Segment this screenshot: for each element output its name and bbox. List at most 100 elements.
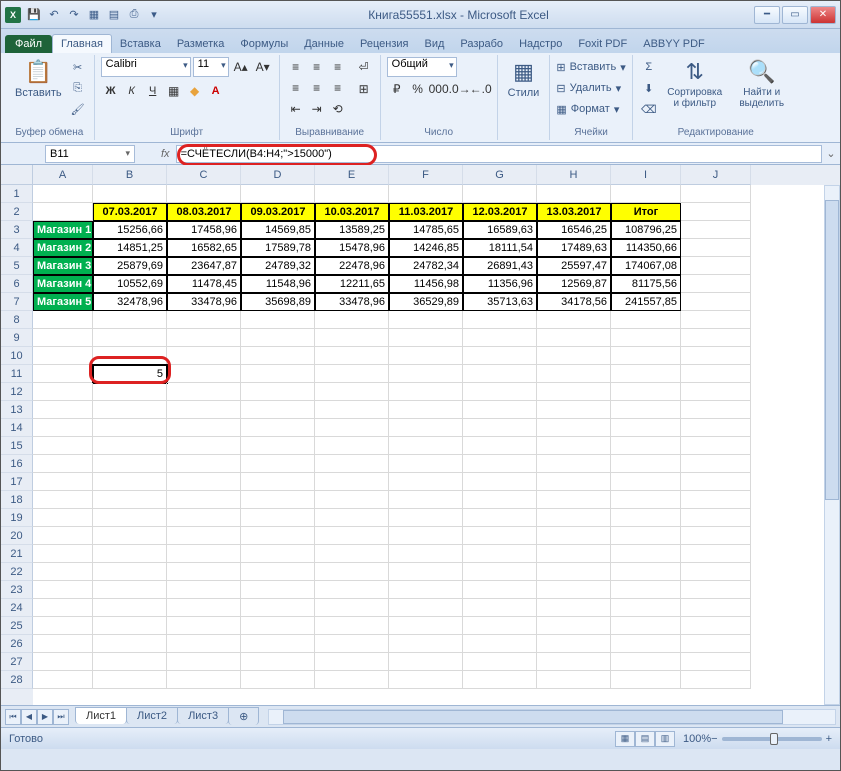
- cell[interactable]: [167, 491, 241, 509]
- cell[interactable]: [681, 671, 751, 689]
- cell[interactable]: [463, 383, 537, 401]
- sheet-tab-2[interactable]: Лист2: [126, 707, 178, 724]
- cell[interactable]: [389, 311, 463, 329]
- cell[interactable]: [241, 599, 315, 617]
- cell[interactable]: [463, 599, 537, 617]
- cell[interactable]: [241, 365, 315, 383]
- tab-home[interactable]: Главная: [52, 34, 112, 53]
- cell[interactable]: 23647,87: [167, 257, 241, 275]
- copy-icon[interactable]: ⎘: [68, 78, 88, 98]
- cell[interactable]: [167, 563, 241, 581]
- align-bottom-icon[interactable]: ≡: [328, 57, 348, 77]
- cell[interactable]: [93, 617, 167, 635]
- fill-color-button[interactable]: ◆: [185, 81, 205, 101]
- cell[interactable]: [463, 671, 537, 689]
- cell[interactable]: [241, 401, 315, 419]
- formula-bar[interactable]: =СЧЁТЕСЛИ(B4:H4;">15000"): [176, 145, 822, 163]
- view-layout-icon[interactable]: ▤: [635, 731, 655, 747]
- cell[interactable]: 35698,89: [241, 293, 315, 311]
- cell[interactable]: 10.03.2017: [315, 203, 389, 221]
- cell[interactable]: [681, 203, 751, 221]
- percent-icon[interactable]: %: [408, 79, 428, 99]
- cell[interactable]: 26891,43: [463, 257, 537, 275]
- number-format-select[interactable]: Общий: [387, 57, 457, 77]
- cell[interactable]: Магазин 4: [33, 275, 93, 293]
- cell[interactable]: [389, 365, 463, 383]
- column-header[interactable]: A: [33, 165, 93, 185]
- decrease-decimal-icon[interactable]: ←.0: [471, 79, 491, 99]
- cell[interactable]: [167, 617, 241, 635]
- cell[interactable]: 25597,47: [537, 257, 611, 275]
- cell[interactable]: 16546,25: [537, 221, 611, 239]
- vertical-scrollbar[interactable]: [824, 185, 840, 705]
- cell[interactable]: 12569,87: [537, 275, 611, 293]
- column-header[interactable]: E: [315, 165, 389, 185]
- currency-icon[interactable]: ₽: [387, 79, 407, 99]
- zoom-out-button[interactable]: −: [711, 733, 717, 745]
- underline-button[interactable]: Ч: [143, 81, 163, 101]
- cell[interactable]: 5: [93, 365, 167, 383]
- tab-addins[interactable]: Надстро: [511, 35, 570, 53]
- cell[interactable]: [463, 653, 537, 671]
- tab-insert[interactable]: Вставка: [112, 35, 169, 53]
- cell[interactable]: [389, 635, 463, 653]
- cell[interactable]: [241, 491, 315, 509]
- cell[interactable]: [33, 311, 93, 329]
- cell[interactable]: [537, 437, 611, 455]
- zoom-slider[interactable]: [722, 737, 822, 741]
- cell[interactable]: [537, 545, 611, 563]
- cell[interactable]: [241, 527, 315, 545]
- row-header[interactable]: 10: [1, 347, 33, 365]
- cell[interactable]: [93, 455, 167, 473]
- merge-button[interactable]: ⊞: [354, 79, 374, 99]
- cell[interactable]: [93, 383, 167, 401]
- cell[interactable]: [681, 383, 751, 401]
- cell[interactable]: [241, 383, 315, 401]
- cell[interactable]: [537, 527, 611, 545]
- qat-more-icon[interactable]: ▾: [145, 6, 163, 24]
- cell[interactable]: [241, 563, 315, 581]
- cell[interactable]: [167, 455, 241, 473]
- increase-indent-icon[interactable]: ⇥: [307, 99, 327, 119]
- find-select-button[interactable]: 🔍 Найти и выделить: [731, 57, 793, 111]
- format-painter-icon[interactable]: 🖌: [68, 99, 88, 119]
- cell[interactable]: [681, 527, 751, 545]
- cell[interactable]: [315, 653, 389, 671]
- cell[interactable]: [681, 545, 751, 563]
- cell[interactable]: [241, 473, 315, 491]
- cell[interactable]: [681, 257, 751, 275]
- increase-decimal-icon[interactable]: .0→: [450, 79, 470, 99]
- row-header[interactable]: 5: [1, 257, 33, 275]
- delete-cells-button[interactable]: ⊟ Удалить ▾: [556, 78, 625, 98]
- cell[interactable]: [93, 635, 167, 653]
- cells-area[interactable]: 07.03.201708.03.201709.03.201710.03.2017…: [33, 185, 840, 689]
- row-header[interactable]: 1: [1, 185, 33, 203]
- cell[interactable]: [537, 563, 611, 581]
- cell[interactable]: [33, 347, 93, 365]
- zoom-in-button[interactable]: +: [826, 733, 832, 745]
- cell[interactable]: 09.03.2017: [241, 203, 315, 221]
- cell[interactable]: [241, 329, 315, 347]
- sheet-tab-3[interactable]: Лист3: [177, 707, 229, 724]
- font-name-select[interactable]: Calibri: [101, 57, 191, 77]
- cell[interactable]: [681, 635, 751, 653]
- cell[interactable]: [167, 527, 241, 545]
- cell[interactable]: [463, 401, 537, 419]
- cell[interactable]: [537, 635, 611, 653]
- cell[interactable]: [681, 311, 751, 329]
- cell[interactable]: [241, 653, 315, 671]
- cell[interactable]: [33, 545, 93, 563]
- cell[interactable]: [463, 581, 537, 599]
- cell[interactable]: [463, 347, 537, 365]
- cell[interactable]: [33, 185, 93, 203]
- cell[interactable]: 22478,96: [315, 257, 389, 275]
- cell[interactable]: [93, 599, 167, 617]
- cell[interactable]: 81175,56: [611, 275, 681, 293]
- qat-btn[interactable]: ▤: [105, 6, 123, 24]
- cell[interactable]: [611, 671, 681, 689]
- cell[interactable]: 36529,89: [389, 293, 463, 311]
- cell[interactable]: 11478,45: [167, 275, 241, 293]
- row-header[interactable]: 28: [1, 671, 33, 689]
- row-header[interactable]: 19: [1, 509, 33, 527]
- cell[interactable]: [611, 509, 681, 527]
